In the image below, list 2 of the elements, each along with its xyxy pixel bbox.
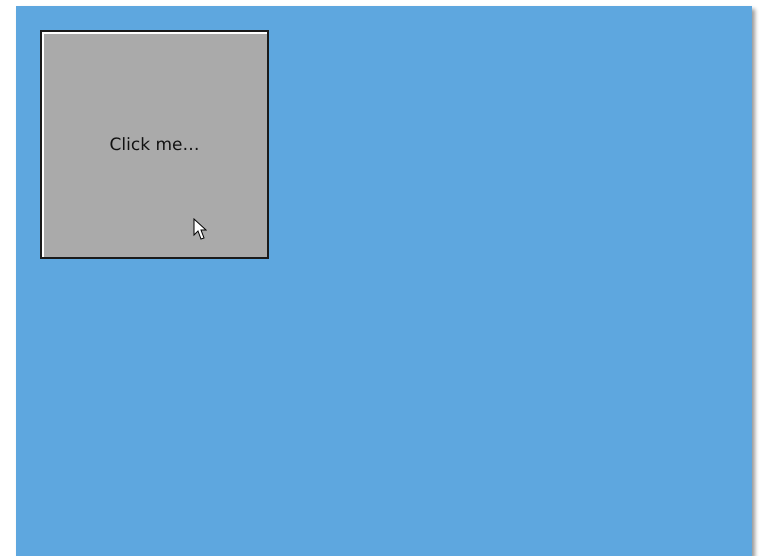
cursor-icon [193, 218, 207, 240]
click-button[interactable]: Click me… [40, 30, 269, 259]
